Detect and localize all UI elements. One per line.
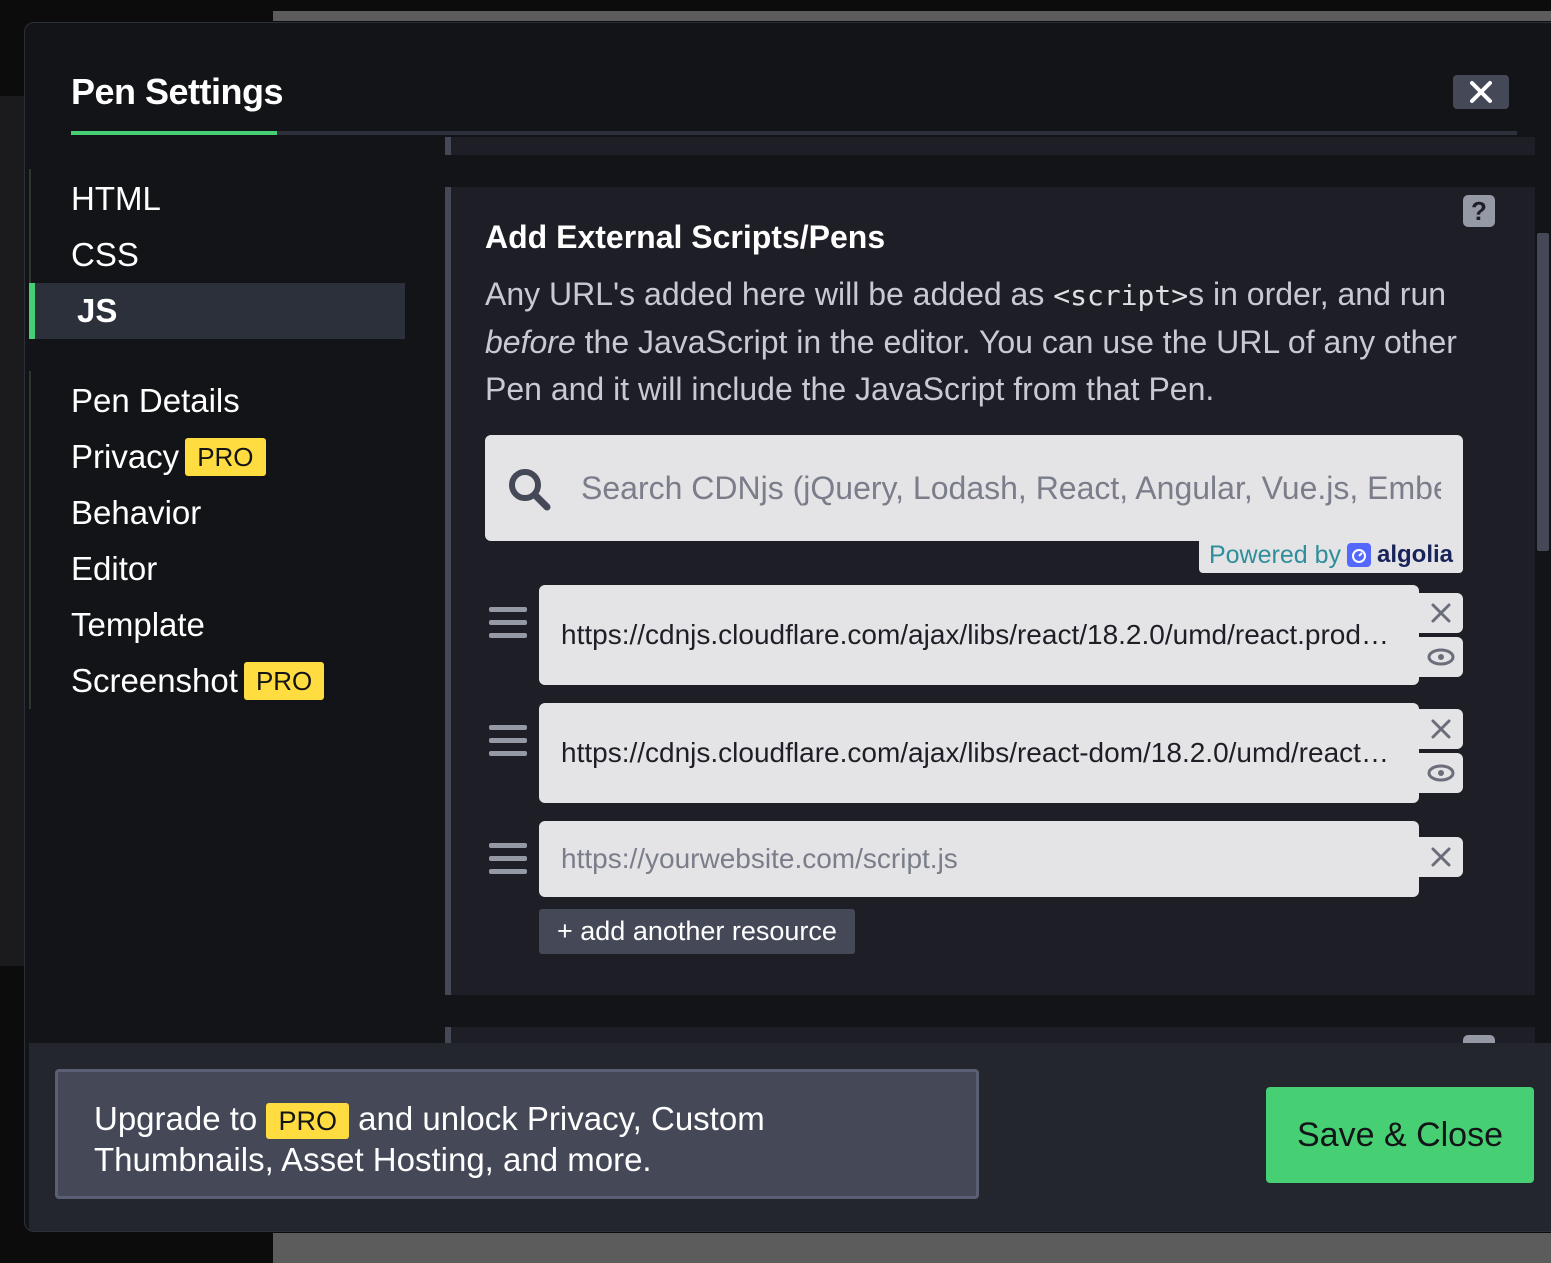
remove-resource-button[interactable] <box>1419 593 1463 633</box>
sidebar-item-label: Editor <box>71 550 158 587</box>
close-icon <box>1431 719 1451 739</box>
background-block <box>0 96 24 966</box>
resource-url-field[interactable]: https://cdnjs.cloudflare.com/ajax/libs/r… <box>539 585 1419 685</box>
panel-title: Add External Scripts/Pens <box>485 219 886 255</box>
eye-icon <box>1427 764 1455 782</box>
resource-row: https://cdnjs.cloudflare.com/ajax/libs/r… <box>485 703 1463 805</box>
sidebar-item-template[interactable]: Template <box>71 597 205 653</box>
resource-url-field[interactable]: https://cdnjs.cloudflare.com/ajax/libs/r… <box>539 703 1419 803</box>
search-input[interactable] <box>581 461 1441 515</box>
pro-badge: PRO <box>185 438 266 476</box>
background-strip <box>273 1233 1551 1263</box>
search-icon <box>509 469 551 511</box>
save-close-button[interactable]: Save & Close <box>1266 1087 1534 1183</box>
modal-title: Pen Settings <box>71 71 284 112</box>
sidebar-item-pen-details[interactable]: Pen Details <box>71 373 240 429</box>
sidebar-item-privacy[interactable]: Privacy PRO <box>71 429 266 485</box>
close-icon <box>1470 81 1492 103</box>
drag-handle-icon[interactable] <box>489 725 527 764</box>
algolia-logo-text: algolia <box>1377 541 1454 568</box>
title-divider <box>71 131 1517 135</box>
sidebar-item-js[interactable]: JS <box>29 283 405 339</box>
sidebar-item-screenshot[interactable]: Screenshot PRO <box>71 653 325 709</box>
panel-description: Any URL's added here will be added as <s… <box>485 276 1457 407</box>
eye-icon <box>1427 648 1455 666</box>
powered-by-algolia[interactable]: Powered by algolia <box>1199 537 1463 573</box>
previous-panel-edge <box>445 137 1537 155</box>
pro-badge: PRO <box>243 662 325 700</box>
drag-handle-icon[interactable] <box>489 607 527 646</box>
scrollbar-thumb[interactable] <box>1537 233 1549 551</box>
sidebar-item-label: Screenshot <box>71 662 238 699</box>
resource-url: https://cdnjs.cloudflare.com/ajax/libs/r… <box>561 619 1397 650</box>
cdn-search-box <box>485 435 1463 541</box>
pro-badge: PRO <box>266 1103 349 1139</box>
drag-handle-icon[interactable] <box>489 843 527 882</box>
sidebar-item-html[interactable]: HTML <box>71 171 161 227</box>
view-resource-button[interactable] <box>1419 753 1463 793</box>
close-icon <box>1431 847 1451 867</box>
sidebar-item-label: Pen Details <box>71 382 240 419</box>
remove-resource-button[interactable] <box>1419 709 1463 749</box>
sidebar-item-behavior[interactable]: Behavior <box>71 485 201 541</box>
resource-url-placeholder: https://yourwebsite.com/script.js <box>561 843 958 874</box>
background-strip <box>273 11 1551 21</box>
title-underline <box>71 131 277 135</box>
powered-by-label: Powered by <box>1208 540 1341 569</box>
sidebar-item-label: CSS <box>71 236 139 273</box>
sidebar-item-label: JS <box>77 292 118 329</box>
resource-row: https://yourwebsite.com/script.js <box>485 821 1463 897</box>
view-resource-button[interactable] <box>1419 637 1463 677</box>
sidebar-item-css[interactable]: CSS <box>71 227 139 283</box>
sidebar-item-label: Template <box>71 606 205 643</box>
algolia-icon <box>1347 543 1371 567</box>
sidebar-item-label: HTML <box>71 180 161 217</box>
resource-row: https://cdnjs.cloudflare.com/ajax/libs/r… <box>485 585 1463 687</box>
sidebar-item-label: Privacy <box>71 438 180 475</box>
resource-url: https://cdnjs.cloudflare.com/ajax/libs/r… <box>561 737 1397 768</box>
pen-settings-modal: Pen Settings HTML CSS JS Pen Details Pri… <box>24 22 1551 1232</box>
remove-resource-button[interactable] <box>1419 837 1463 877</box>
close-button[interactable] <box>1453 75 1509 109</box>
sidebar-item-label: Behavior <box>71 494 202 531</box>
resource-url-field[interactable]: https://yourwebsite.com/script.js <box>539 821 1419 897</box>
help-icon[interactable]: ? <box>1463 195 1495 227</box>
close-icon <box>1431 603 1451 623</box>
sidebar-item-editor[interactable]: Editor <box>71 541 157 597</box>
upgrade-banner[interactable]: Upgrade to PRO and unlock Privacy, Custo… <box>55 1069 979 1199</box>
add-resource-button[interactable]: + add another resource <box>539 909 855 954</box>
